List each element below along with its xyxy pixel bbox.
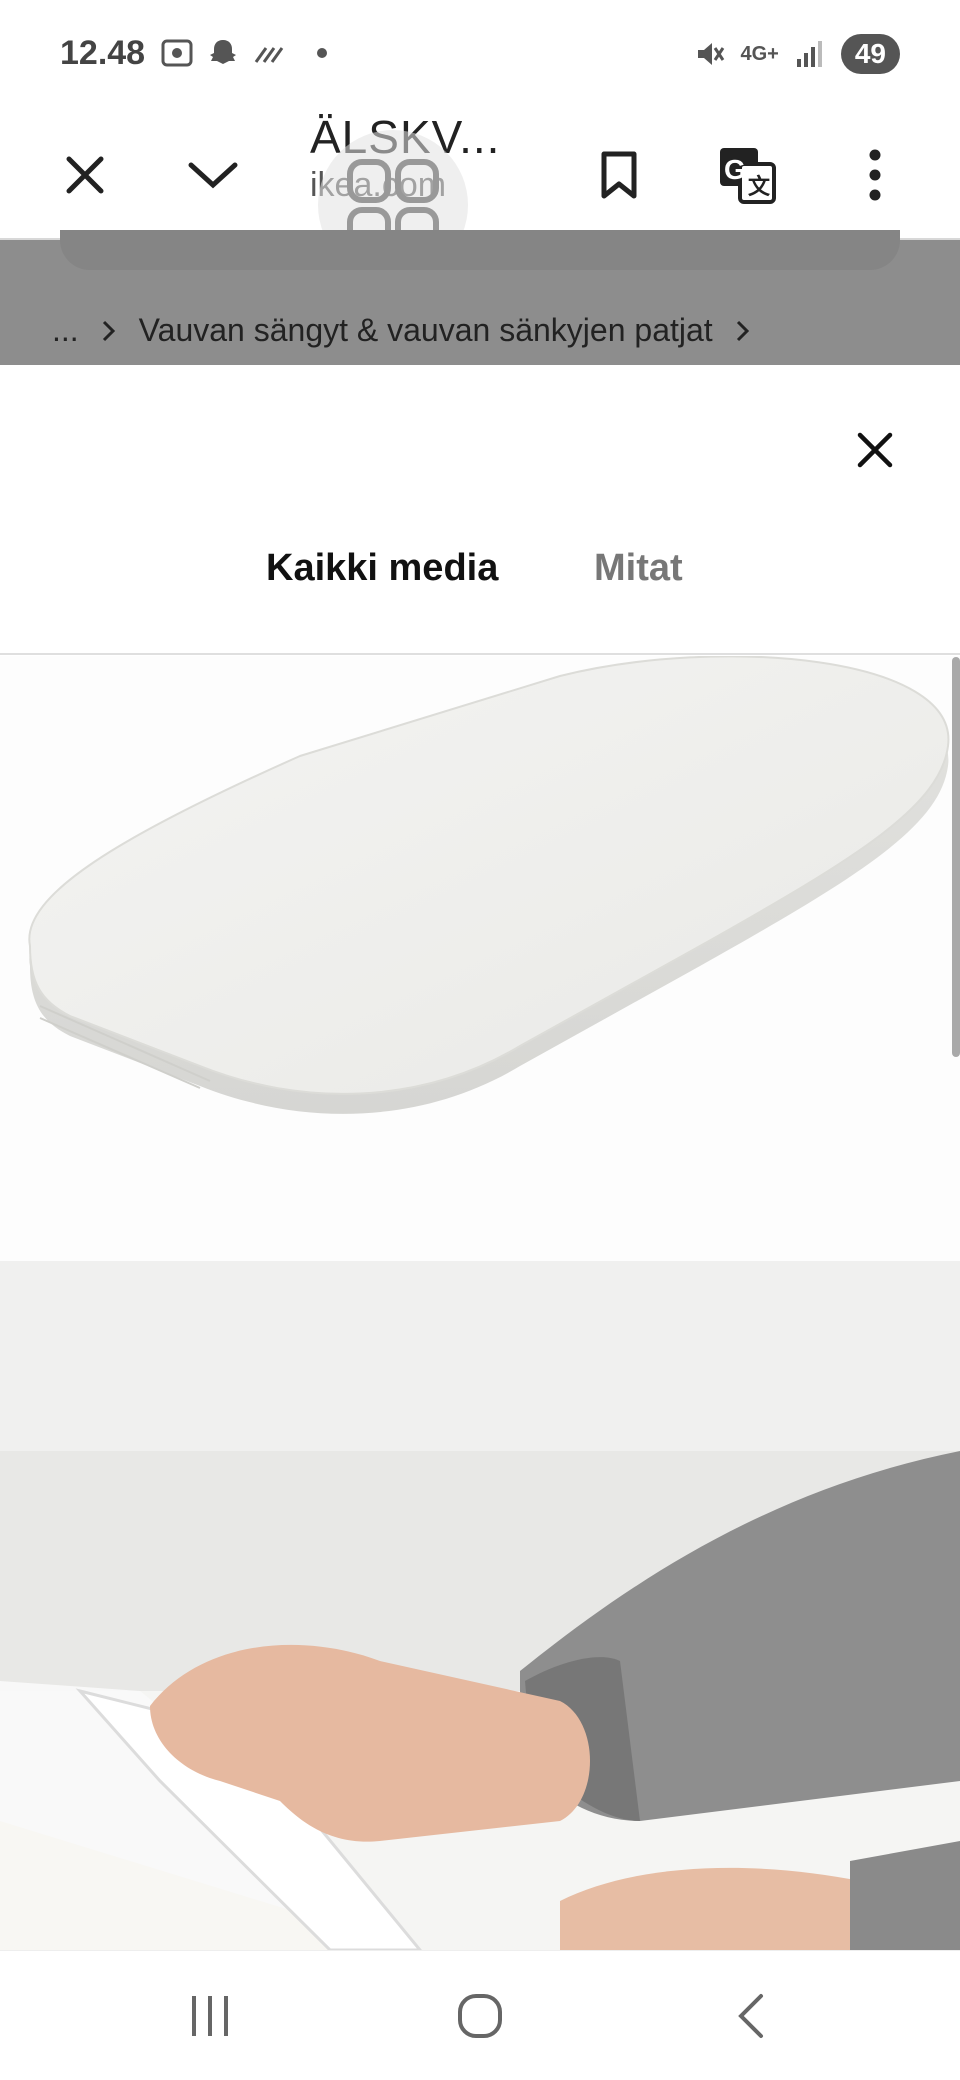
network-type: 4G+ bbox=[740, 42, 779, 65]
gallery-scrollbar[interactable] bbox=[952, 657, 960, 1057]
mattress-illustration bbox=[28, 655, 950, 1114]
screenshot-icon bbox=[161, 39, 193, 67]
snapchat-icon bbox=[210, 40, 236, 64]
back-button[interactable] bbox=[690, 1976, 810, 2056]
system-nav-bar bbox=[0, 1950, 960, 2080]
more-vert-icon bbox=[869, 149, 881, 201]
hands-illustration bbox=[0, 1261, 960, 1950]
breadcrumb-ellipsis[interactable]: ... bbox=[52, 312, 79, 349]
sheet-close-button[interactable] bbox=[840, 415, 910, 485]
recent-apps-icon bbox=[192, 1996, 228, 2036]
translate-icon: G文 bbox=[720, 148, 776, 204]
minimize-button[interactable] bbox=[168, 130, 258, 220]
back-icon bbox=[738, 1994, 763, 2038]
signal-icon bbox=[796, 41, 822, 67]
breadcrumb-item[interactable]: Vauvan sängyt & vauvan sänkyjen patjat bbox=[139, 312, 713, 349]
recent-apps-button[interactable] bbox=[150, 1976, 270, 2056]
more-options-button[interactable] bbox=[830, 130, 920, 220]
bookmark-button[interactable] bbox=[574, 130, 664, 220]
breadcrumb: ... Vauvan sängyt & vauvan sänkyjen patj… bbox=[52, 312, 751, 349]
tab-dimensions[interactable]: Mitat bbox=[594, 547, 683, 590]
media-sheet: Kaikki media Mitat bbox=[0, 365, 960, 1950]
mute-icon bbox=[698, 43, 725, 65]
notification-icons bbox=[160, 36, 332, 70]
data-icon bbox=[254, 47, 284, 63]
translate-button[interactable]: G文 bbox=[702, 130, 792, 220]
close-icon bbox=[66, 156, 104, 194]
media-tabs: Kaikki media Mitat bbox=[0, 525, 960, 809]
tab-all-media[interactable]: Kaikki media bbox=[266, 547, 498, 590]
breadcrumb-chevron-icon bbox=[102, 320, 115, 341]
status-right: 4G+ 49 bbox=[692, 34, 900, 74]
product-image-mattress[interactable] bbox=[0, 655, 960, 1261]
product-image-hands[interactable] bbox=[0, 1261, 960, 1950]
chevron-down-icon bbox=[188, 162, 238, 189]
status-bar: 12.48 4G+ 49 bbox=[0, 0, 960, 110]
breadcrumb-chevron-icon bbox=[736, 320, 749, 341]
dot-icon bbox=[317, 48, 327, 58]
status-time: 12.48 bbox=[60, 34, 146, 72]
close-icon bbox=[857, 432, 893, 468]
browser-toolbar: ÄLSKV... ikea.com G文 bbox=[0, 110, 960, 240]
svg-text:文: 文 bbox=[748, 174, 771, 199]
svg-text:G: G bbox=[724, 154, 746, 185]
bookmark-icon bbox=[601, 151, 637, 199]
battery-level: 49 bbox=[840, 34, 900, 74]
search-bar-bg bbox=[60, 230, 900, 270]
home-icon bbox=[458, 1994, 502, 2038]
media-gallery bbox=[0, 655, 960, 1950]
close-tab-button[interactable] bbox=[40, 130, 130, 220]
home-button[interactable] bbox=[420, 1976, 540, 2056]
